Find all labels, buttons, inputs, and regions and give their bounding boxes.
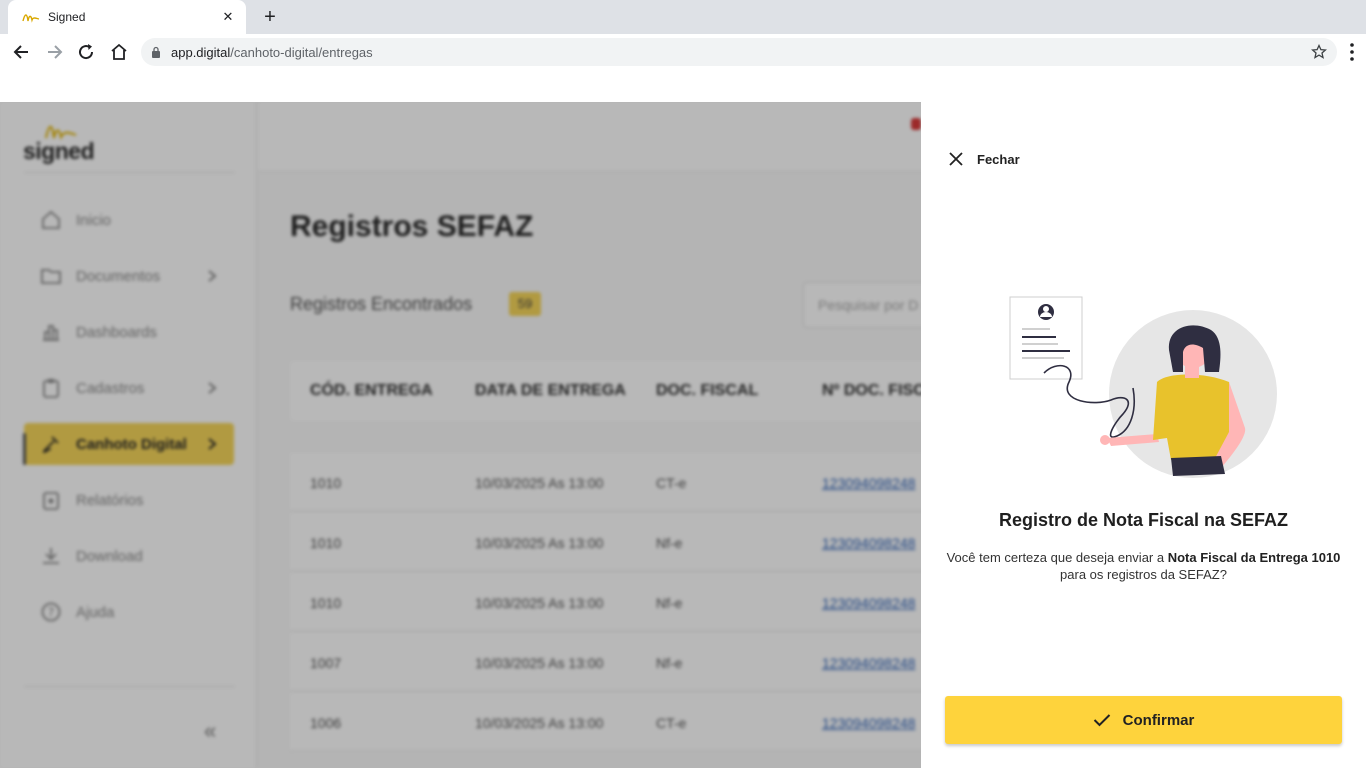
confirmation-drawer: Fechar Registro de Nota Fiscal na SEFAZ … xyxy=(921,102,1366,768)
confirm-label: Confirmar xyxy=(1122,711,1195,729)
new-tab-icon[interactable]: + xyxy=(260,7,280,27)
signed-favicon-icon xyxy=(22,14,40,23)
reload-icon[interactable] xyxy=(76,42,96,62)
drawer-message-highlight: Nota Fiscal da Entrega 1010 xyxy=(1167,550,1341,565)
bookmark-star-icon[interactable] xyxy=(1311,44,1327,60)
browser-toolbar: app.digital/canhoto-digital/entregas xyxy=(0,34,1366,70)
lock-icon xyxy=(152,46,160,58)
home-browser-icon[interactable] xyxy=(109,42,129,62)
browser-tab[interactable]: Signed ✕ xyxy=(8,0,246,34)
drawer-message: Você tem certeza que deseja enviar a Not… xyxy=(946,550,1341,582)
check-icon xyxy=(1093,714,1110,727)
close-icon xyxy=(949,152,963,166)
tab-close-icon[interactable]: ✕ xyxy=(220,9,236,25)
signing-woman-illustration-icon xyxy=(1009,296,1277,478)
back-icon[interactable] xyxy=(12,42,32,62)
drawer-title: Registro de Nota Fiscal na SEFAZ xyxy=(998,510,1289,530)
address-bar[interactable]: app.digital/canhoto-digital/entregas xyxy=(141,38,1337,66)
close-drawer-button[interactable]: Fechar xyxy=(947,148,1020,170)
close-label: Fechar xyxy=(977,151,1020,167)
tab-title: Signed xyxy=(48,10,86,24)
browser-menu-icon[interactable] xyxy=(1346,42,1358,62)
browser-tabstrip: Signed ✕ + xyxy=(0,0,1366,34)
forward-icon[interactable] xyxy=(44,42,64,62)
modal-backdrop[interactable] xyxy=(0,102,921,768)
url-text: app.digital/canhoto-digital/entregas xyxy=(171,44,373,60)
confirm-button[interactable]: Confirmar xyxy=(945,696,1342,744)
